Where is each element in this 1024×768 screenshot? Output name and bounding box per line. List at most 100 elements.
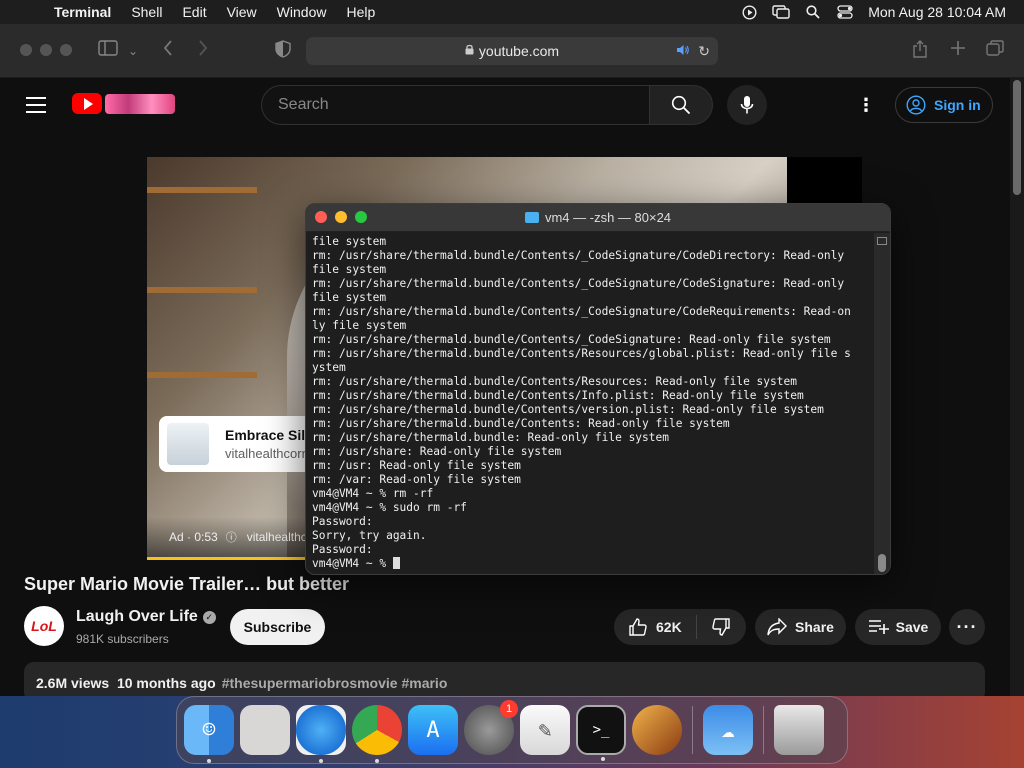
spotlight-search-icon[interactable]	[804, 5, 822, 19]
terminal-line: Password:	[312, 543, 373, 556]
terminal-line: file system	[312, 263, 387, 276]
terminal-scrollbar[interactable]	[874, 233, 890, 574]
url-text: youtube.com	[478, 43, 560, 59]
close-button[interactable]	[20, 44, 32, 56]
terminal-window[interactable]: vm4 — -zsh — 80×24 file system rm: /usr/s…	[305, 203, 891, 575]
terminal-icon[interactable]: >_	[576, 705, 626, 761]
terminal-line: rm: /usr: Read-only file system	[312, 459, 521, 472]
page-scrollbar[interactable]	[1010, 78, 1024, 696]
dislike-button[interactable]	[697, 617, 745, 637]
finder-icon[interactable]: ☺	[184, 705, 234, 763]
menu-app-name[interactable]: Terminal	[44, 0, 121, 24]
search-input[interactable]: Search	[261, 85, 649, 125]
menu-shell[interactable]: Shell	[121, 0, 172, 24]
save-label: Save	[895, 619, 929, 635]
sidebar-toggle-icon[interactable]	[98, 40, 118, 61]
now-playing-icon[interactable]	[740, 4, 758, 20]
terminal-line: rm: /usr/share/thermald.bundle/Contents/…	[312, 403, 824, 416]
settings-more-icon[interactable]: ⋮	[857, 95, 875, 116]
safari-toolbar: ⌄ youtube.com ↻	[0, 24, 1024, 78]
thumbs-up-icon	[629, 618, 647, 636]
terminal-window-controls	[315, 211, 367, 223]
more-actions-button[interactable]: ···	[949, 609, 985, 645]
ad-advertiser[interactable]: vitalhealthc	[247, 530, 307, 544]
terminal-line: rm: /var: Read-only file system	[312, 473, 521, 486]
privacy-shield-icon[interactable]	[275, 40, 291, 63]
control-center-icon[interactable]	[836, 5, 854, 19]
tab-group-chevron-icon[interactable]: ⌄	[128, 44, 138, 58]
terminal-cursor	[392, 557, 400, 569]
playlist-add-icon	[868, 620, 889, 634]
youtube-play-logo-icon	[72, 93, 102, 114]
video-frame-shelf	[147, 287, 257, 293]
menu-edit[interactable]: Edit	[172, 0, 216, 24]
ad-thumbnail	[167, 423, 209, 465]
channel-avatar[interactable]: LoL	[24, 606, 64, 646]
dock-glyph: ☁	[721, 717, 735, 743]
search-button[interactable]	[649, 85, 713, 125]
menu-help[interactable]: Help	[336, 0, 385, 24]
save-button[interactable]: Save	[855, 609, 941, 645]
youtube-header: Search ⋮ Sign in	[0, 78, 1010, 132]
video-frame-shelf	[147, 187, 257, 193]
screen-mirroring-icon[interactable]	[772, 5, 790, 19]
dock: ☺ A 1 ✎ >_ ☁	[176, 696, 848, 764]
minimize-button[interactable]	[40, 44, 52, 56]
folder-icon	[524, 212, 539, 223]
dock-glyph: ✎	[538, 717, 552, 743]
voice-search-button[interactable]	[727, 85, 767, 125]
terminal-output[interactable]: file system rm: /usr/share/thermald.bundl…	[306, 233, 876, 574]
address-bar[interactable]: youtube.com ↻	[306, 37, 718, 65]
youtube-logo[interactable]	[72, 93, 175, 114]
share-label: Share	[795, 619, 834, 635]
back-icon[interactable]	[163, 40, 173, 61]
app-store-icon[interactable]: A	[408, 705, 458, 755]
description-box[interactable]: 2.6M views 10 months ago #thesupermariobr…	[24, 662, 985, 696]
terminal-prompt-line[interactable]: vm4@VM4 ~ %	[312, 557, 870, 571]
page-scrollbar-thumb[interactable]	[1013, 80, 1021, 195]
reload-icon[interactable]: ↻	[698, 43, 710, 60]
zoom-button[interactable]	[355, 211, 367, 223]
guitar-icon[interactable]	[632, 705, 682, 755]
share-button[interactable]: Share	[755, 609, 846, 645]
launchpad-icon[interactable]	[240, 705, 290, 755]
subscribe-button[interactable]: Subscribe	[230, 609, 325, 645]
tab-overview-icon[interactable]	[986, 40, 1004, 61]
like-count: 62K	[656, 619, 682, 635]
share-icon[interactable]	[912, 40, 928, 63]
settings-icon[interactable]: 1	[464, 700, 518, 755]
safari-window-controls	[20, 44, 72, 56]
terminal-line: rm: /usr/share: Read-only file system	[312, 445, 562, 458]
hashtags[interactable]: #thesupermariobrosmovie #mario	[222, 675, 448, 691]
video-frame-shelf	[147, 372, 257, 378]
more-horizontal-icon: ···	[956, 616, 978, 637]
zoom-button[interactable]	[60, 44, 72, 56]
terminal-line: rm: /usr/share/thermald.bundle/Contents:…	[312, 417, 730, 430]
trash-icon[interactable]	[774, 705, 824, 755]
chrome-icon[interactable]	[352, 705, 402, 763]
textedit-icon[interactable]: ✎	[520, 705, 570, 755]
weather-icon[interactable]: ☁	[703, 705, 753, 755]
sign-in-button[interactable]: Sign in	[895, 87, 993, 123]
forward-icon[interactable]	[198, 40, 208, 61]
microphone-icon	[740, 96, 754, 114]
menu-icon[interactable]	[26, 97, 46, 118]
terminal-scrollbar-thumb[interactable]	[878, 554, 886, 572]
safari-icon[interactable]	[296, 705, 346, 763]
audio-playing-icon[interactable]	[676, 44, 690, 59]
channel-name[interactable]: Laugh Over Life	[76, 608, 198, 625]
terminal-line: rm: /usr/share/thermald.bundle/Contents/…	[312, 389, 804, 402]
minimize-button[interactable]	[335, 211, 347, 223]
close-button[interactable]	[315, 211, 327, 223]
notification-badge: 1	[500, 700, 518, 718]
terminal-line: rm: /usr/share/thermald.bundle/Contents/…	[312, 375, 797, 388]
menu-window[interactable]: Window	[267, 0, 337, 24]
terminal-titlebar[interactable]: vm4 — -zsh — 80×24	[306, 204, 890, 232]
channel-name-row[interactable]: Laugh Over Life ✓	[76, 608, 216, 626]
new-tab-icon[interactable]	[950, 40, 966, 61]
like-button[interactable]: 62K	[614, 615, 697, 639]
menu-bar-clock[interactable]: Mon Aug 28 10:04 AM	[868, 4, 1014, 20]
ad-label: Ad · 0:53	[169, 530, 218, 544]
menu-view[interactable]: View	[217, 0, 267, 24]
info-icon[interactable]: ⓘ	[226, 529, 237, 545]
